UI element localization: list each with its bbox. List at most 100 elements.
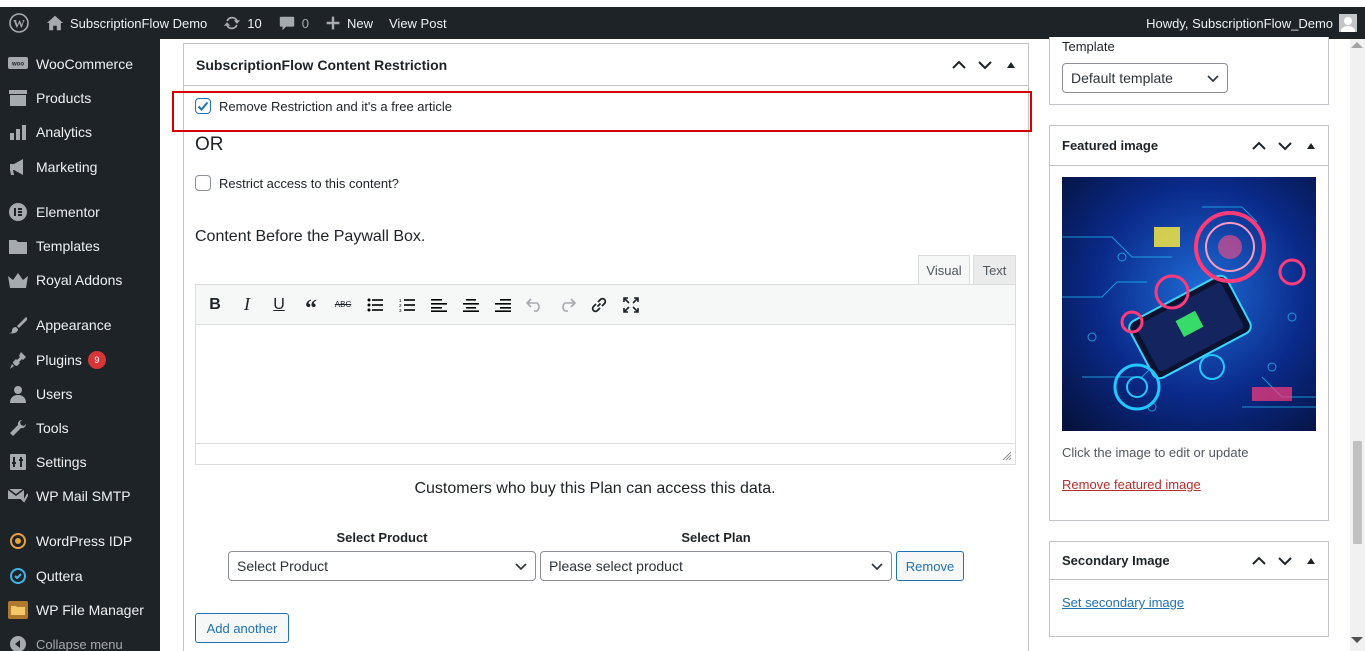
tab-text[interactable]: Text bbox=[973, 255, 1016, 284]
chevron-down-icon bbox=[1207, 70, 1219, 86]
link-icon[interactable] bbox=[588, 294, 610, 316]
my-account-link[interactable]: Howdy, SubscriptionFlow_Demo bbox=[1138, 7, 1365, 39]
sidebar-item-label: Templates bbox=[36, 238, 100, 254]
sidebar-item-tools[interactable]: Tools bbox=[0, 411, 160, 445]
move-up-icon[interactable] bbox=[1250, 552, 1268, 570]
numbered-list-icon[interactable]: 123 bbox=[396, 294, 418, 316]
restrict-access-checkbox[interactable] bbox=[195, 175, 211, 191]
strikethrough-icon[interactable]: ABC bbox=[332, 294, 354, 316]
underline-icon[interactable]: U bbox=[268, 294, 290, 316]
toggle-panel-icon[interactable] bbox=[1302, 552, 1320, 570]
svg-text:woo: woo bbox=[11, 62, 24, 68]
template-label: Template bbox=[1062, 39, 1115, 54]
chart-bar-icon bbox=[8, 122, 28, 142]
view-post-link[interactable]: View Post bbox=[381, 7, 455, 39]
sidebar-item-label: Quttera bbox=[36, 568, 83, 584]
move-down-icon[interactable] bbox=[1276, 552, 1294, 570]
editor-body[interactable] bbox=[196, 325, 1015, 443]
sidebar-item-wp-file-manager[interactable]: WP File Manager bbox=[0, 593, 160, 627]
scrollbar-thumb[interactable] bbox=[1353, 441, 1362, 544]
featured-image[interactable] bbox=[1062, 177, 1316, 431]
plan-select-value: Please select product bbox=[549, 558, 683, 574]
page-scrollbar[interactable] bbox=[1350, 39, 1365, 651]
toggle-panel-icon[interactable] bbox=[1002, 56, 1020, 74]
tab-visual[interactable]: Visual bbox=[918, 255, 970, 284]
crown-icon bbox=[8, 270, 28, 290]
updates-count: 10 bbox=[247, 15, 262, 31]
sidebar-item-settings[interactable]: Settings bbox=[0, 445, 160, 479]
chevron-down-icon bbox=[871, 558, 883, 574]
content-restriction-title: SubscriptionFlow Content Restriction bbox=[196, 56, 448, 73]
sidebar-item-products[interactable]: Products bbox=[0, 81, 160, 115]
align-center-icon[interactable] bbox=[460, 294, 482, 316]
remove-restriction-checkbox[interactable] bbox=[195, 98, 211, 114]
sidebar-item-appearance[interactable]: Appearance bbox=[0, 308, 160, 342]
view-post-label: View Post bbox=[389, 15, 447, 31]
wrench-icon bbox=[8, 418, 28, 438]
bold-icon[interactable]: B bbox=[204, 294, 226, 316]
move-down-icon[interactable] bbox=[1276, 137, 1294, 155]
woo-icon: woo bbox=[8, 54, 28, 74]
italic-icon[interactable]: I bbox=[236, 294, 258, 316]
toggle-panel-icon[interactable] bbox=[1302, 137, 1320, 155]
collapse-menu-button[interactable]: Collapse menu bbox=[0, 627, 160, 651]
sidebar-item-users[interactable]: Users bbox=[0, 377, 160, 411]
set-secondary-image-link[interactable]: Set secondary image bbox=[1062, 595, 1184, 610]
new-content-link[interactable]: New bbox=[317, 7, 381, 39]
redo-icon[interactable] bbox=[556, 294, 578, 316]
sidebar-item-marketing[interactable]: Marketing bbox=[0, 150, 160, 184]
plan-access-text: Customers who buy this Plan can access t… bbox=[414, 480, 776, 497]
svg-text:3: 3 bbox=[399, 308, 402, 312]
comments-link[interactable]: 0 bbox=[270, 7, 317, 39]
sidebar-item-label: Appearance bbox=[36, 317, 112, 333]
move-up-icon[interactable] bbox=[950, 56, 968, 74]
remove-restriction-label: Remove Restriction and it's a free artic… bbox=[219, 98, 452, 114]
undo-icon[interactable] bbox=[524, 294, 546, 316]
idp-icon bbox=[8, 531, 28, 551]
new-label: New bbox=[346, 15, 373, 31]
bullet-list-icon[interactable] bbox=[364, 294, 386, 316]
comment-icon bbox=[279, 16, 294, 31]
fullscreen-icon[interactable] bbox=[620, 294, 642, 316]
sidebar-item-wp-mail-smtp[interactable]: WP Mail SMTP bbox=[0, 479, 160, 513]
template-select[interactable]: Default template bbox=[1062, 63, 1228, 93]
sidebar-item-quttera[interactable]: Quttera bbox=[0, 559, 160, 593]
align-left-icon[interactable] bbox=[428, 294, 450, 316]
wordpress-logo-icon[interactable]: W bbox=[0, 7, 38, 39]
sidebar-item-label: Royal Addons bbox=[36, 272, 123, 288]
remove-featured-image-link[interactable]: Remove featured image bbox=[1062, 477, 1201, 492]
paintbrush-icon bbox=[8, 315, 28, 335]
refresh-icon bbox=[224, 16, 241, 30]
sidebar-item-plugins[interactable]: Plugins 9 bbox=[0, 343, 160, 377]
plan-select[interactable]: Please select product bbox=[540, 551, 892, 581]
blockquote-icon[interactable]: “ bbox=[300, 294, 322, 321]
sidebar-item-label: WP Mail SMTP bbox=[36, 488, 131, 504]
sidebar-item-templates[interactable]: Templates bbox=[0, 229, 160, 263]
move-up-icon[interactable] bbox=[1250, 137, 1268, 155]
sidebar-item-woocommerce[interactable]: woo WooCommerce bbox=[0, 47, 160, 81]
sidebar-item-royal-addons[interactable]: Royal Addons bbox=[0, 263, 160, 297]
sidebar-item-elementor[interactable]: Elementor bbox=[0, 195, 160, 229]
content-editor: B I U “ ABC 123 bbox=[195, 284, 1016, 465]
resize-handle-icon[interactable] bbox=[1002, 451, 1012, 461]
folder-icon bbox=[8, 236, 28, 256]
updates-link[interactable]: 10 bbox=[215, 7, 269, 39]
sidebar-item-analytics[interactable]: Analytics bbox=[0, 115, 160, 149]
sidebar-item-label: Users bbox=[36, 386, 73, 402]
select-product-label: Select Product bbox=[336, 530, 428, 545]
move-down-icon[interactable] bbox=[976, 56, 994, 74]
sidebar-item-label: Elementor bbox=[36, 204, 100, 220]
scroll-up-arrow-icon[interactable] bbox=[1351, 42, 1363, 48]
align-right-icon[interactable] bbox=[492, 294, 514, 316]
or-separator: OR bbox=[195, 134, 224, 155]
plugin-icon bbox=[8, 350, 28, 370]
sidebar-item-wordpress-idp[interactable]: WordPress IDP bbox=[0, 524, 160, 558]
sidebar-item-label: Plugins bbox=[36, 352, 82, 368]
site-name-link[interactable]: SubscriptionFlow Demo bbox=[38, 7, 215, 39]
avatar bbox=[1339, 14, 1357, 32]
remove-row-button[interactable]: Remove bbox=[896, 551, 964, 581]
editor-toolbar: B I U “ ABC 123 bbox=[196, 285, 1015, 325]
scroll-down-arrow-icon[interactable] bbox=[1351, 637, 1363, 643]
add-another-button[interactable]: Add another bbox=[195, 613, 289, 643]
product-select[interactable]: Select Product bbox=[228, 551, 536, 581]
